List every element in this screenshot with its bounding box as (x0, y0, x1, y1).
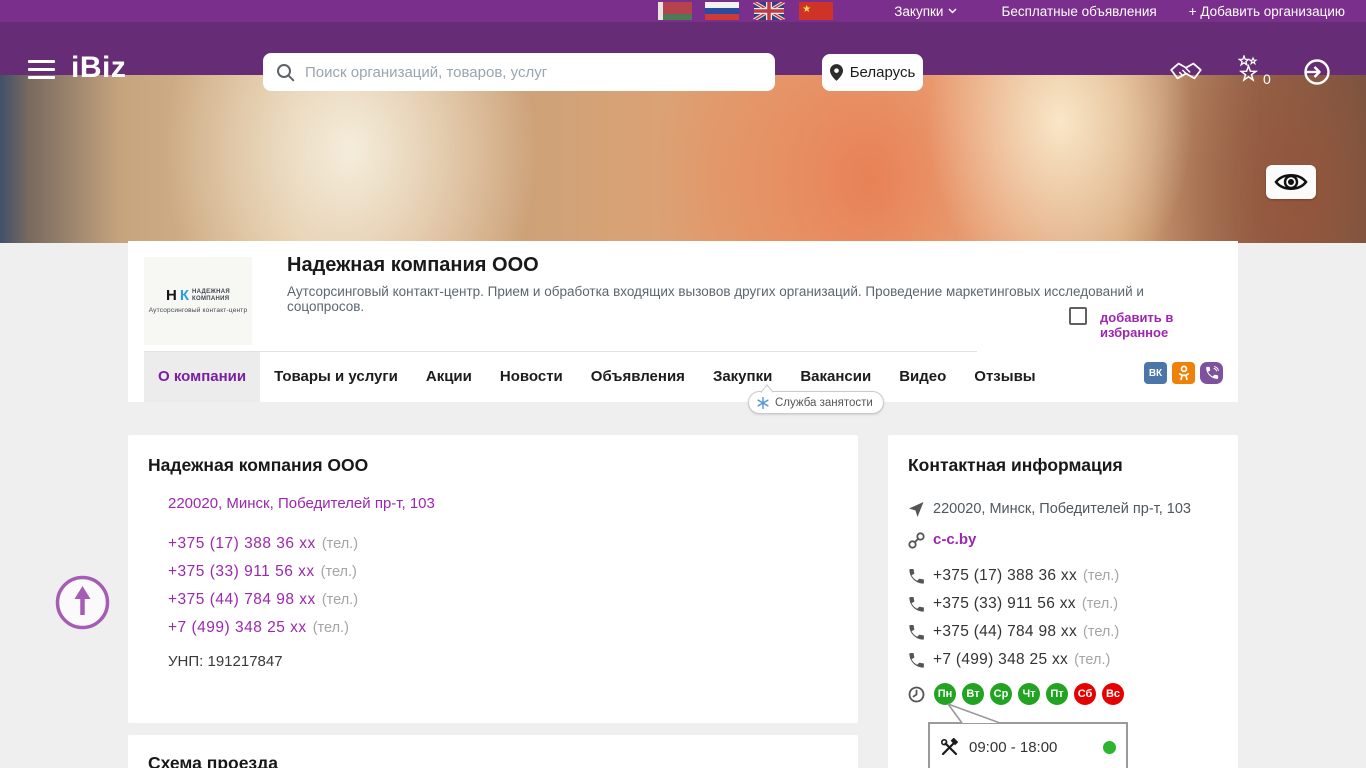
hours-popup-pointer (947, 703, 1001, 724)
social-links: ВК (1144, 362, 1223, 384)
phone-row: +7 (499) 348 25 xx (тел.) (168, 619, 349, 636)
map-title: Схема проезда (148, 753, 278, 768)
day-badge[interactable]: Вс (1102, 683, 1124, 705)
location-label: Беларусь (849, 64, 916, 81)
contact-info-title: Контактная информация (908, 455, 1123, 475)
phone-row: +375 (44) 784 98 xx (тел.) (168, 591, 359, 608)
search-bar[interactable] (263, 53, 775, 91)
working-hours: 09:00 - 18:00 (969, 738, 1058, 756)
flag-russia-icon[interactable] (705, 2, 740, 20)
employment-service-tooltip: Служба занятости (748, 391, 884, 414)
company-unp: УНП: 191217847 (168, 653, 283, 670)
company-tabs: О компании Товары и услуги Акции Новости… (144, 352, 1050, 402)
top-bar: ★ Закупки Бесплатные объявления + Добави… (0, 0, 1366, 22)
odnoklassniki-icon[interactable] (1172, 362, 1195, 384)
company-name-title: Надежная компания ООО (287, 254, 539, 276)
ibiz-logo[interactable]: iBiz (71, 51, 126, 85)
day-badge[interactable]: Пт (1046, 683, 1068, 705)
tab-promos[interactable]: Акции (412, 352, 486, 402)
topbar-free-ads-link[interactable]: Бесплатные объявления (1001, 4, 1156, 19)
topbar-add-organization-link[interactable]: + Добавить организацию (1189, 4, 1345, 19)
day-badge[interactable]: Вт (962, 683, 984, 705)
company-address-link[interactable]: 220020, Минск, Победителей пр-т, 103 (168, 495, 435, 512)
phone-icon (909, 597, 924, 612)
viber-icon[interactable] (1200, 362, 1223, 384)
clock-icon (908, 686, 925, 703)
tab-about[interactable]: О компании (144, 352, 261, 402)
contact-phone-row: +375 (33) 911 56 xx (тел.) (933, 595, 1119, 612)
flag-uk-icon[interactable] (752, 2, 786, 20)
contact-info-card: Контактная информация 220020, Минск, Поб… (888, 435, 1238, 768)
menu-hamburger-icon[interactable] (28, 60, 55, 79)
add-favorite-checkbox[interactable] (1069, 307, 1087, 325)
contact-phone-row: +375 (17) 388 36 xx (тел.) (933, 567, 1120, 584)
phone-row: +375 (33) 911 56 xx (тел.) (168, 563, 357, 580)
phone-link[interactable]: +375 (17) 388 36 xx (168, 535, 316, 552)
topbar-zakupki-menu[interactable]: Закупки (894, 4, 958, 19)
accessibility-eye-button[interactable] (1266, 165, 1316, 199)
search-icon (277, 63, 295, 81)
tab-products[interactable]: Товары и услуги (260, 352, 412, 402)
day-badge[interactable]: Чт (1018, 683, 1040, 705)
phone-row: +375 (17) 388 36 xx (тел.) (168, 535, 359, 552)
working-days: Пн Вт Ср Чт Пт Сб Вс (934, 683, 1124, 705)
contact-phone-row: +7 (499) 348 25 xx (тел.) (933, 651, 1111, 668)
open-now-indicator (1103, 740, 1116, 754)
hero-banner-image (0, 75, 1366, 243)
flag-china-icon[interactable]: ★ (799, 2, 834, 20)
about-company-card: Надежная компания ООО 220020, Минск, Поб… (128, 435, 858, 723)
map-card: Схема проезда (128, 735, 858, 768)
phone-link[interactable]: +375 (33) 911 56 xx (168, 563, 315, 580)
add-favorite-label[interactable]: добавить в избранное (1100, 310, 1238, 340)
partners-handshake-icon[interactable] (1168, 59, 1204, 85)
phone-link[interactable]: +7 (499) 348 25 xx (168, 619, 307, 636)
favorites-stars-icon[interactable] (1238, 55, 1264, 83)
vk-icon[interactable]: ВК (1144, 362, 1167, 384)
day-badge[interactable]: Сб (1074, 683, 1096, 705)
tab-video[interactable]: Видео (885, 352, 960, 402)
favorites-count: 0 (1263, 71, 1271, 87)
back-to-top-button[interactable] (54, 574, 111, 631)
working-hours-popup: 09:00 - 18:00 без обеда (928, 722, 1128, 768)
phone-icon (909, 625, 924, 640)
company-logo: НК НАДЕЖНАЯ КОМПАНИЯ Аутсорсинговый конта… (144, 257, 252, 345)
chevron-down-icon (948, 8, 958, 14)
login-icon[interactable] (1303, 58, 1331, 86)
contact-address: 220020, Минск, Победителей пр-т, 103 (933, 501, 1191, 517)
about-title: Надежная компания ООО (148, 455, 369, 475)
phone-icon (909, 653, 924, 668)
location-pin-icon (829, 64, 843, 81)
company-description: Аутсорсинговый контакт-центр. Прием и об… (287, 284, 1144, 314)
employment-service-icon (757, 396, 769, 409)
flag-belarus-icon[interactable] (658, 2, 693, 20)
day-badge[interactable]: Ср (990, 683, 1012, 705)
location-selector[interactable]: Беларусь (822, 54, 923, 91)
phone-link[interactable]: +375 (44) 784 98 xx (168, 591, 316, 608)
navigation-arrow-icon (909, 502, 924, 517)
eye-icon (1274, 173, 1308, 191)
tab-reviews[interactable]: Отзывы (960, 352, 1049, 402)
phone-icon (909, 569, 924, 584)
link-icon (908, 532, 925, 549)
main-header: iBiz Беларусь 0 (0, 22, 1366, 91)
contact-phone-row: +375 (44) 784 98 xx (тел.) (933, 623, 1120, 640)
search-input[interactable] (305, 63, 745, 81)
company-website-link[interactable]: c-c.by (933, 531, 976, 548)
company-header-card: НК НАДЕЖНАЯ КОМПАНИЯ Аутсорсинговый конта… (128, 241, 1238, 414)
tab-ads[interactable]: Объявления (577, 352, 699, 402)
work-tools-icon (940, 737, 959, 755)
tab-news[interactable]: Новости (486, 352, 577, 402)
day-badge[interactable]: Пн (934, 683, 956, 705)
